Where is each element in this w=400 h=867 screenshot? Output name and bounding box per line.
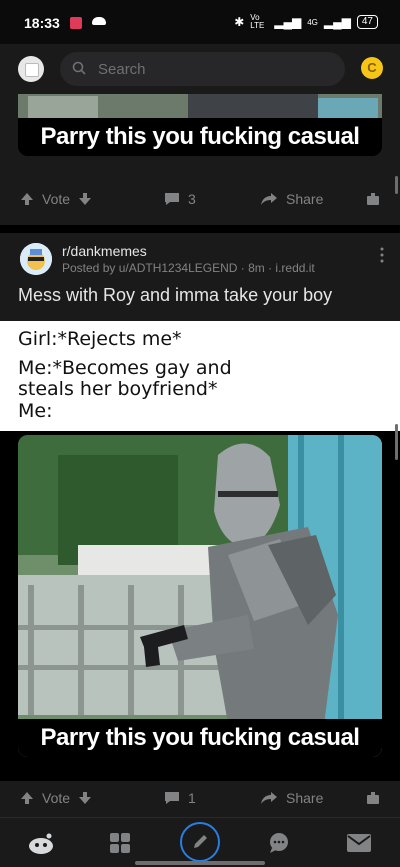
comments-button[interactable]: 1 — [164, 773, 196, 823]
share-label: Share — [286, 790, 324, 806]
previous-post-image[interactable]: Parry this you fucking casual — [18, 94, 382, 156]
meme-line: Me:*Becomes gay and — [18, 357, 232, 379]
battery-indicator: 47 — [356, 15, 378, 29]
status-time: 18:33 — [24, 15, 60, 31]
post-meta: Posted by u/ADTH1234LEGEND · 8m · i.redd… — [62, 261, 315, 275]
subreddit-name[interactable]: r/dankmemes — [62, 243, 147, 259]
search-bar[interactable] — [60, 52, 345, 86]
knight-illustration — [18, 435, 382, 757]
comment-count: 3 — [188, 191, 196, 207]
subreddit-icon — [20, 243, 52, 275]
search-input[interactable] — [98, 52, 328, 86]
award-icon — [367, 792, 379, 804]
vote-label: Vote — [42, 790, 71, 806]
signal-icon: ▂▄▆ — [323, 15, 351, 29]
meme-line: Me: — [18, 400, 53, 422]
post-actions: Vote 3 Share — [0, 174, 400, 224]
bottom-nav — [0, 817, 400, 867]
comments-button[interactable]: 3 — [164, 174, 196, 224]
more-options-icon[interactable] — [380, 247, 384, 263]
post-image[interactable]: Girl:*Rejects me* Me:*Becomes gay and st… — [0, 321, 400, 781]
chat-icon[interactable] — [264, 828, 294, 858]
post-divider — [0, 225, 400, 233]
status-bar: 18:33 ✱ Vo LTE ▂▄▆ 4G ▂▄▆ 47 — [0, 0, 400, 44]
downvote-icon[interactable] — [78, 192, 92, 206]
meme-line: steals her boyfriend* — [18, 378, 218, 400]
downvote-icon[interactable] — [78, 791, 92, 805]
post-card: r/dankmemes Posted by u/ADTH1234LEGEND ·… — [0, 233, 400, 817]
share-icon — [261, 193, 277, 205]
award-icon — [367, 193, 379, 205]
user-avatar[interactable] — [18, 56, 44, 82]
subreddit-avatar[interactable] — [20, 243, 52, 275]
notification-icon — [70, 17, 82, 29]
share-label: Share — [286, 191, 324, 207]
meme-caption: Parry this you fucking casual — [18, 118, 382, 156]
bluetooth-icon: ✱ — [234, 15, 245, 29]
award-button[interactable] — [366, 174, 380, 224]
comment-icon — [165, 193, 179, 205]
coin-icon[interactable]: C — [361, 57, 383, 79]
top-bar: C — [0, 44, 400, 94]
wifi-icon: ▂▄▆ — [274, 15, 302, 29]
search-icon — [72, 61, 86, 75]
award-button[interactable] — [366, 773, 380, 823]
post-actions: Vote 1 Share — [0, 773, 400, 823]
signal-label: 4G — [307, 17, 318, 27]
upvote-icon[interactable] — [20, 192, 34, 206]
meme-line: Girl:*Rejects me* — [18, 328, 182, 350]
upvote-icon[interactable] — [20, 791, 34, 805]
post-title[interactable]: Mess with Roy and imma take your boy — [18, 285, 332, 306]
comment-count: 1 — [188, 790, 196, 806]
share-button[interactable]: Share — [260, 773, 323, 823]
scroll-indicator — [395, 424, 398, 460]
share-icon — [261, 792, 277, 804]
cloud-icon — [92, 17, 106, 25]
gesture-bar — [135, 861, 265, 865]
vote-group: Vote — [20, 174, 92, 224]
vote-label: Vote — [42, 191, 71, 207]
meme-caption: Parry this you fucking casual — [18, 719, 382, 757]
scroll-indicator — [395, 176, 398, 194]
inbox-icon[interactable] — [344, 828, 374, 858]
create-icon[interactable] — [180, 822, 220, 862]
meme-text-panel: Girl:*Rejects me* Me:*Becomes gay and st… — [0, 321, 400, 431]
knight-photo: Parry this you fucking casual — [18, 435, 382, 757]
network-label: Vo LTE — [250, 13, 265, 30]
home-icon[interactable] — [26, 828, 56, 858]
previous-post: Parry this you fucking casual Vote 3 Sha… — [0, 94, 400, 232]
share-button[interactable]: Share — [260, 174, 323, 224]
comment-icon — [165, 792, 179, 804]
communities-icon[interactable] — [105, 828, 135, 858]
vote-group: Vote — [20, 773, 92, 823]
status-right: ✱ Vo LTE ▂▄▆ 4G ▂▄▆ 47 — [234, 14, 378, 30]
